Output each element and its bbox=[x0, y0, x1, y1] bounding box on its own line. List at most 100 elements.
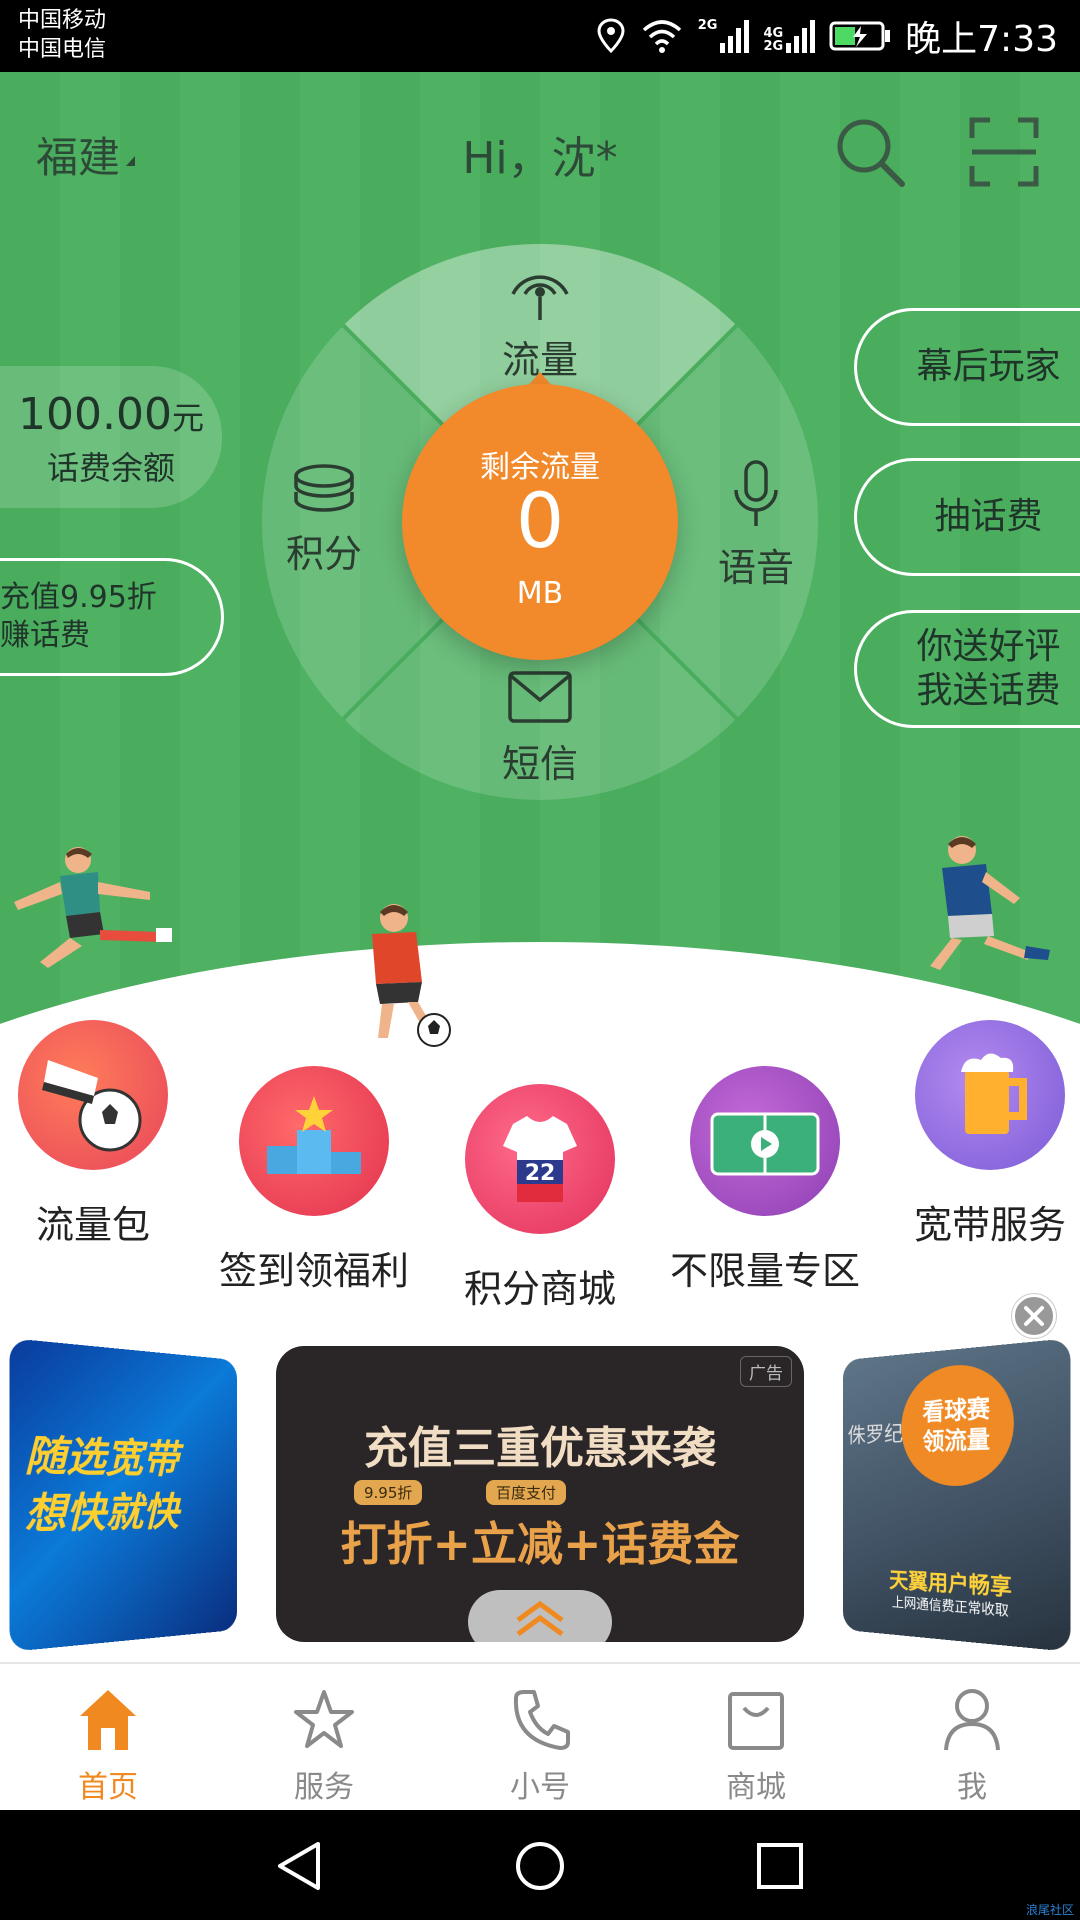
status-bar: 中国移动 中国电信 2G 4G 2G 晚上7:33 bbox=[0, 0, 1080, 72]
status-icons: 2G 4G 2G 晚上7:33 bbox=[596, 10, 1058, 62]
remaining-data-unit: MB bbox=[516, 576, 564, 611]
data-pack-icon bbox=[18, 1020, 168, 1170]
quick-item-label: 宽带服务 bbox=[913, 1203, 1066, 1247]
banner-tag-discount: 9.95折 bbox=[354, 1480, 423, 1505]
battery-charging-icon bbox=[829, 21, 891, 51]
scan-icon bbox=[969, 117, 1039, 187]
scan-button[interactable] bbox=[966, 114, 1042, 190]
banner-right-side-text: 侏罗纪 bbox=[847, 1422, 904, 1449]
checkin-podium-icon bbox=[239, 1066, 389, 1216]
back-icon[interactable] bbox=[274, 1840, 326, 1892]
coins-icon bbox=[294, 464, 354, 512]
antenna-icon bbox=[511, 275, 569, 320]
recharge-promo-line2: 赚话费 bbox=[0, 618, 90, 653]
microphone-icon bbox=[734, 460, 778, 526]
dial-points-segment[interactable]: 积分 bbox=[254, 462, 394, 578]
tab-label: 我 bbox=[957, 1770, 987, 1805]
quick-item-checkin[interactable]: 签到领福利 bbox=[204, 1066, 424, 1295]
wifi-icon bbox=[642, 20, 681, 53]
clock: 晚上7:33 bbox=[905, 19, 1058, 60]
carrier-primary: 中国移动 bbox=[18, 8, 107, 33]
tab-label: 首页 bbox=[78, 1770, 138, 1805]
tab-home[interactable]: 首页 bbox=[0, 1664, 216, 1812]
remaining-data-circle[interactable]: 剩余流量 0 MB bbox=[402, 384, 678, 660]
right-card-2[interactable]: 抽话费 bbox=[854, 458, 1080, 576]
badge-line2: 领流量 bbox=[922, 1425, 990, 1456]
quick-item-label: 流量包 bbox=[35, 1203, 150, 1247]
close-ad-button[interactable] bbox=[1012, 1294, 1056, 1338]
tab-virtual-number[interactable]: 小号 bbox=[432, 1664, 648, 1812]
balance-amount: 100.00 bbox=[18, 389, 172, 440]
quick-item-label: 积分商城 bbox=[463, 1267, 616, 1311]
quick-item-data-pack[interactable]: 流量包 bbox=[0, 1020, 186, 1249]
signal-2: 4G 2G bbox=[763, 19, 816, 54]
tab-label: 服务 bbox=[294, 1770, 354, 1805]
quick-item-broadband[interactable]: 宽带服务 bbox=[900, 1020, 1080, 1249]
jersey-icon: 22 bbox=[465, 1084, 615, 1234]
dial-voice-label: 语音 bbox=[717, 546, 794, 590]
watch-match-badge: 看球赛 领流量 bbox=[901, 1360, 1014, 1487]
balance-unit: 元 bbox=[171, 399, 204, 437]
signal-1: 2G bbox=[698, 19, 750, 53]
system-nav-bar: 浪尾社区 bbox=[0, 1810, 1080, 1920]
balance-card[interactable]: 100.00元 话费余额 bbox=[0, 366, 222, 508]
dial-sms-segment[interactable]: 短信 bbox=[470, 670, 610, 788]
right-card-1-label: 幕后玩家 bbox=[916, 346, 1061, 387]
signal-bars-icon bbox=[786, 20, 816, 53]
network-type-label: 2G bbox=[697, 18, 718, 33]
quick-item-label: 签到领福利 bbox=[218, 1249, 409, 1293]
football-player-right-illustration bbox=[930, 836, 1050, 970]
star-icon bbox=[294, 1690, 354, 1748]
quick-item-points-mall[interactable]: 22 积分商城 bbox=[450, 1084, 630, 1313]
chevron-up-icon bbox=[516, 1600, 564, 1637]
recharge-promo-line1: 充值9.95折 bbox=[0, 580, 157, 615]
ad-tag: 广告 bbox=[740, 1356, 792, 1387]
tab-label: 小号 bbox=[510, 1770, 570, 1805]
right-card-2-label: 抽话费 bbox=[934, 496, 1043, 537]
close-icon bbox=[1024, 1306, 1044, 1326]
recharge-promo-card[interactable]: 充值9.95折 赚话费 bbox=[0, 558, 224, 676]
home-circle-icon[interactable] bbox=[514, 1840, 566, 1892]
shopping-bag-icon bbox=[728, 1692, 784, 1750]
envelope-icon bbox=[508, 671, 572, 723]
carrier-info: 中国移动 中国电信 bbox=[18, 6, 106, 64]
carrier-secondary: 中国电信 bbox=[18, 37, 107, 62]
banner-left-line1: 随选宽带 bbox=[24, 1431, 179, 1483]
right-card-3-line2: 我送话费 bbox=[916, 670, 1061, 711]
quick-item-label: 不限量专区 bbox=[669, 1249, 860, 1293]
beer-mug-icon bbox=[915, 1020, 1065, 1170]
quick-item-unlimited[interactable]: 不限量专区 bbox=[650, 1066, 880, 1295]
search-button[interactable] bbox=[832, 114, 908, 190]
network-type-label: 2G bbox=[763, 39, 784, 54]
tab-services[interactable]: 服务 bbox=[216, 1664, 432, 1812]
football-player-left-illustration bbox=[14, 847, 172, 968]
location-icon bbox=[597, 18, 625, 54]
right-card-1[interactable]: 幕后玩家 bbox=[854, 308, 1080, 426]
search-icon bbox=[837, 119, 905, 187]
expand-up-button[interactable] bbox=[468, 1590, 612, 1642]
field-play-icon bbox=[690, 1066, 840, 1216]
banner-broadband[interactable]: 随选宽带 想快就快 bbox=[9, 1338, 238, 1652]
banner-left-line2: 想快就快 bbox=[24, 1489, 179, 1539]
dial-voice-segment[interactable]: 语音 bbox=[686, 460, 826, 592]
tab-me[interactable]: 我 bbox=[864, 1664, 1080, 1812]
banner-tag-payment: 百度支付 bbox=[486, 1480, 567, 1505]
banner-recharge-promo[interactable]: 广告 充值三重优惠来袭 9.95折 百度支付 打折+立减+话费金 bbox=[276, 1346, 804, 1642]
bottom-tab-bar: 首页 服务 小号 商城 我 bbox=[0, 1662, 1080, 1810]
phone-icon bbox=[513, 1690, 570, 1750]
greeting-text: Hi，沈* bbox=[462, 133, 618, 184]
football-player-center-illustration bbox=[372, 904, 451, 1047]
banner-subtitle: 打折+立减+话费金 bbox=[340, 1517, 740, 1571]
recents-square-icon[interactable] bbox=[754, 1840, 806, 1892]
right-card-3[interactable]: 你送好评 我送话费 bbox=[854, 610, 1080, 728]
watermark: 浪尾社区 bbox=[1025, 1903, 1074, 1917]
badge-line1: 看球赛 bbox=[922, 1394, 990, 1427]
remaining-data-value: 0 bbox=[515, 476, 565, 565]
tab-mall[interactable]: 商城 bbox=[648, 1664, 864, 1812]
banner-watch-match[interactable]: 看球赛 领流量 侏罗纪 天翼用户畅享 上网通信费正常收取 bbox=[842, 1338, 1071, 1652]
dial-data-segment[interactable]: 流量 bbox=[470, 254, 610, 384]
hero-section: 福建 Hi，沈* 流量 积分 语音 短信 剩余流量 0 MB 100.00元 话… bbox=[0, 72, 1080, 1052]
dial-points-label: 积分 bbox=[285, 532, 362, 576]
svg-text:22: 22 bbox=[525, 1161, 556, 1186]
home-icon bbox=[80, 1690, 136, 1750]
